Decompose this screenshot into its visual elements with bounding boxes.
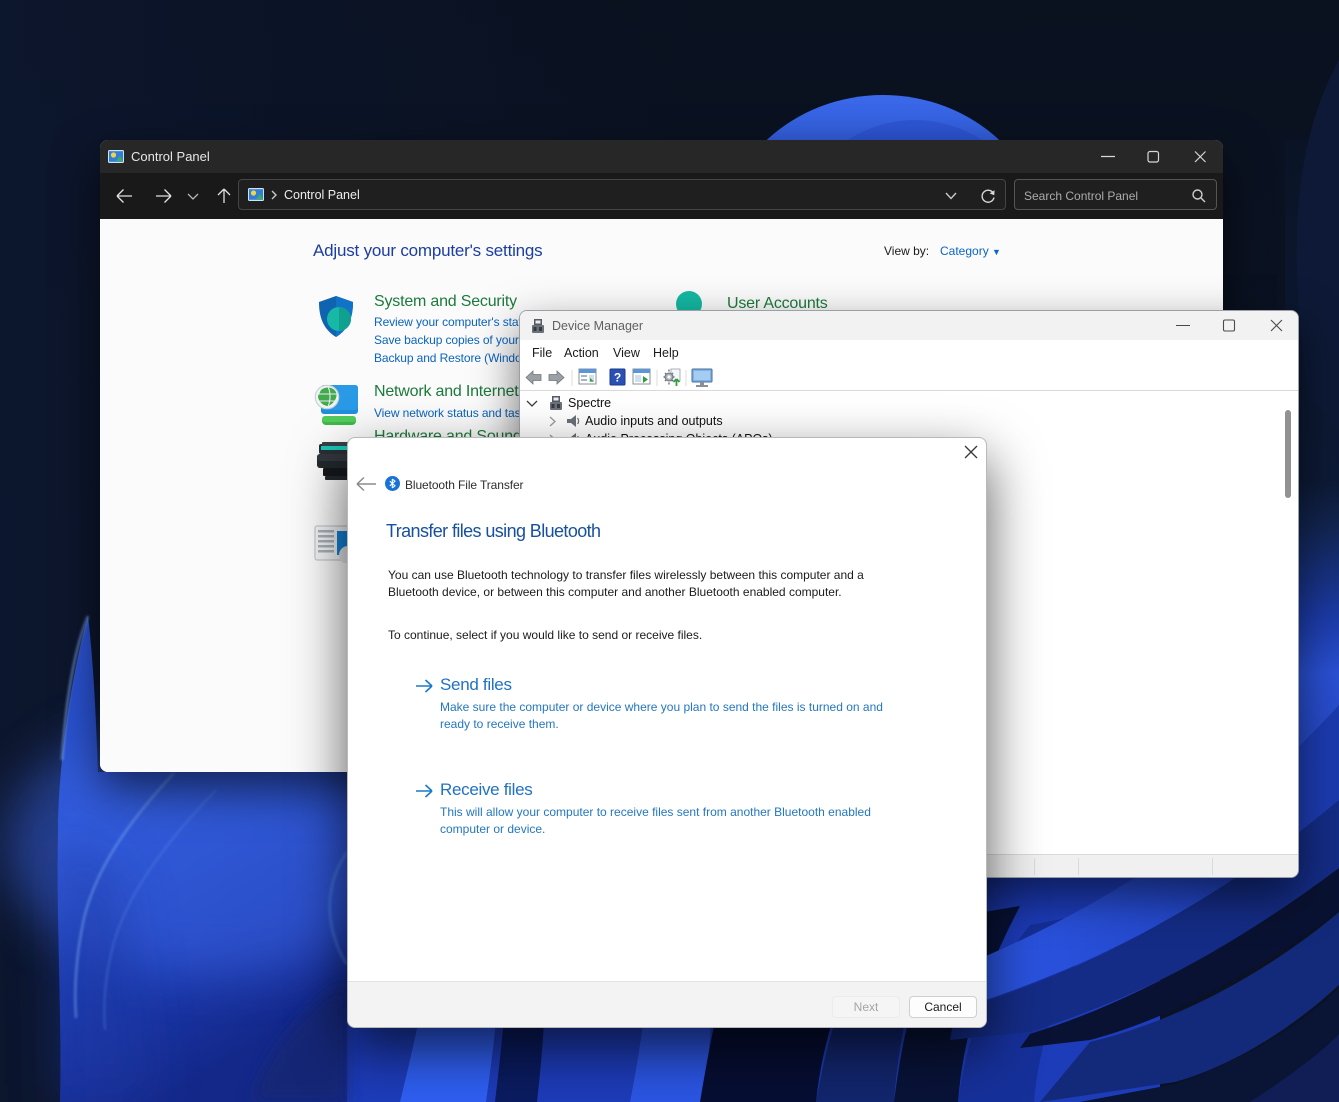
svg-text:?: ? — [614, 371, 621, 385]
